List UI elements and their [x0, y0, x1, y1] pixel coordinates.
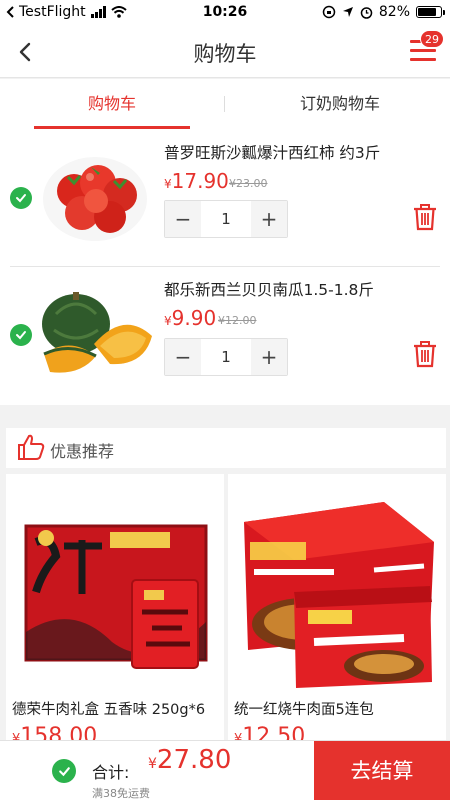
divider — [10, 266, 440, 267]
price-value: 9.90 — [171, 306, 217, 330]
trash-icon[interactable] — [412, 340, 438, 368]
beef-gift-box-image — [12, 482, 218, 690]
status-bar: TestFlight 10:26 82% — [0, 0, 450, 26]
cart-tabs: 购物车 订奶购物车 — [0, 79, 450, 129]
trash-icon[interactable] — [412, 203, 438, 231]
item-check-icon[interactable] — [10, 324, 32, 346]
navigation-bar: 购物车 29 — [0, 26, 450, 78]
item-check-icon[interactable] — [10, 187, 32, 209]
original-price: ¥23.00 — [229, 177, 268, 190]
cart-item: 都乐新西兰贝贝南瓜1.5-1.8斤 ¥9.90 ¥12.00 − 1 + — [0, 268, 450, 405]
item-price: ¥17.90 — [164, 169, 229, 193]
quantity-value[interactable]: 1 — [201, 339, 251, 375]
quantity-stepper: − 1 + — [164, 338, 288, 376]
checkout-button[interactable]: 去结算 — [314, 741, 450, 800]
quantity-stepper: − 1 + — [164, 200, 288, 238]
decrease-button[interactable]: − — [165, 201, 201, 237]
instant-noodles-image — [234, 482, 440, 690]
rotation-lock-icon — [322, 5, 336, 19]
battery-percent: 82% — [378, 4, 410, 20]
increase-button[interactable]: + — [251, 339, 287, 375]
decrease-button[interactable]: − — [165, 339, 201, 375]
item-name[interactable]: 普罗旺斯沙瓤爆汁西红柿 约3斤 — [164, 141, 380, 163]
shipping-note: 满38免运费 — [92, 787, 150, 800]
location-icon — [342, 7, 353, 17]
alarm-icon — [360, 6, 373, 19]
pumpkin-image — [42, 292, 152, 373]
tomato-image — [43, 157, 147, 241]
currency-symbol: ¥ — [164, 314, 172, 328]
select-all-check-icon[interactable] — [52, 759, 76, 783]
currency-symbol: ¥ — [164, 177, 172, 191]
original-price: ¥12.00 — [218, 314, 257, 327]
recommend-header: 优惠推荐 — [6, 428, 446, 468]
product-name: 德荣牛肉礼盒 五香味 250g*6 — [12, 702, 206, 718]
total-label: 合计: — [92, 763, 130, 782]
page-title: 购物车 — [193, 42, 257, 66]
checkout-bar: 合计: ¥27.80 满38免运费 去结算 — [0, 740, 450, 800]
cart-item: 普罗旺斯沙瓤爆汁西红柿 约3斤 ¥17.90 ¥23.00 − 1 + — [0, 129, 450, 266]
quantity-value[interactable]: 1 — [201, 201, 251, 237]
notification-badge: 29 — [420, 30, 444, 48]
product-card[interactable]: 统一红烧牛肉面5连包 ¥12.50 — [228, 474, 446, 764]
tab-milk-cart[interactable]: 订奶购物车 — [240, 79, 440, 129]
battery-icon — [416, 6, 445, 18]
item-price: ¥9.90 — [164, 306, 216, 330]
product-name: 统一红烧牛肉面5连包 — [234, 702, 374, 718]
cart-list: 普罗旺斯沙瓤爆汁西红柿 约3斤 ¥17.90 ¥23.00 − 1 + 都乐新西… — [0, 129, 450, 405]
tab-divider — [224, 96, 225, 112]
tab-cart[interactable]: 购物车 — [34, 79, 190, 129]
total-amount: ¥27.80 — [148, 745, 231, 775]
recommend-title: 优惠推荐 — [50, 442, 115, 461]
shopping-cart-page: TestFlight 10:26 82% 购物车 29 购物车 订奶购物车 普罗… — [0, 0, 450, 800]
price-value: 17.90 — [171, 169, 229, 193]
item-name[interactable]: 都乐新西兰贝贝南瓜1.5-1.8斤 — [164, 278, 374, 300]
increase-button[interactable]: + — [251, 201, 287, 237]
thumbs-up-icon — [18, 434, 45, 460]
total-value: 27.80 — [156, 745, 232, 775]
product-card[interactable]: 德荣牛肉礼盒 五香味 250g*6 ¥158.00 — [6, 474, 224, 764]
currency-symbol: ¥ — [148, 756, 157, 772]
